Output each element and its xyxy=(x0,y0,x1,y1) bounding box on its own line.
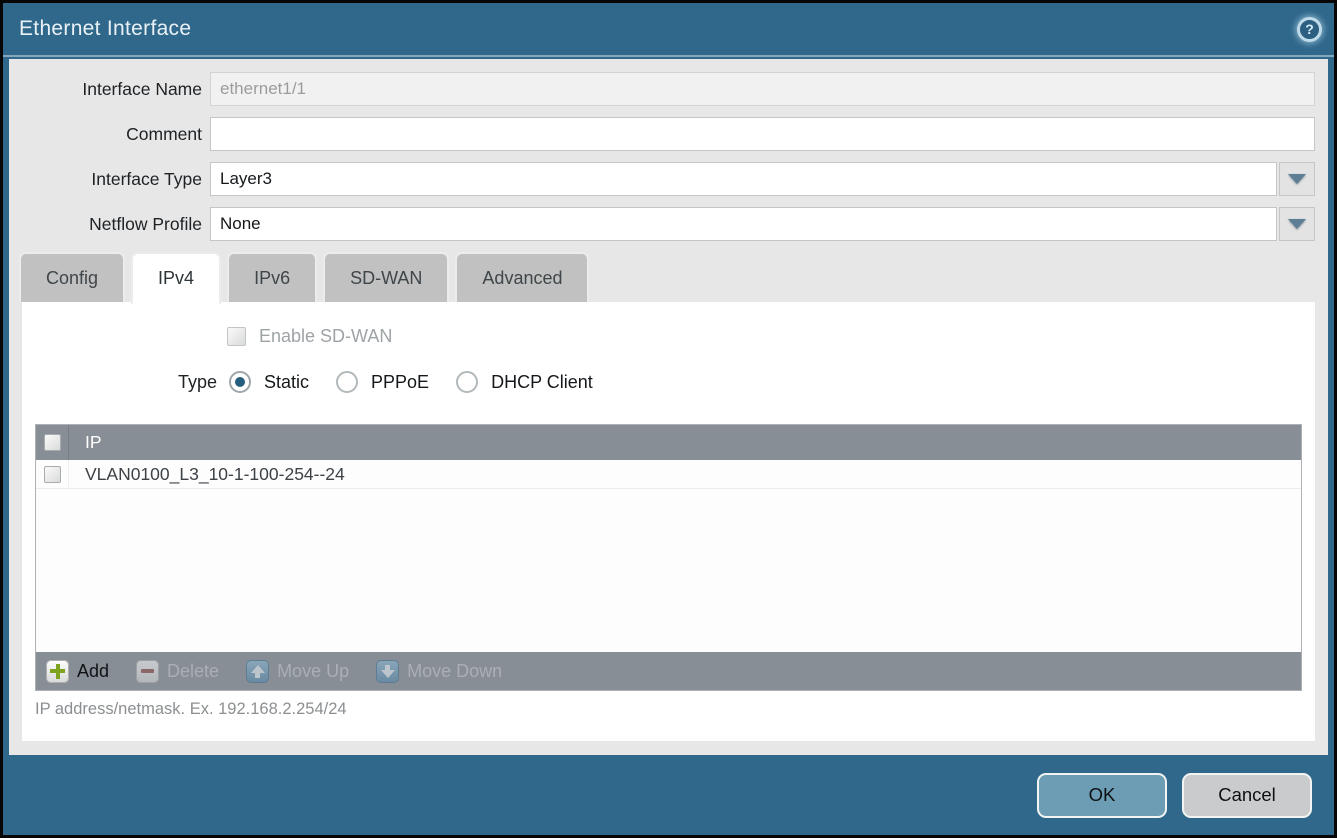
netflow-profile-dropdown-button[interactable] xyxy=(1279,207,1315,241)
interface-type-label: Interface Type xyxy=(9,169,202,190)
page-title: Ethernet Interface xyxy=(19,17,191,41)
radio-label-dhcp-client: DHCP Client xyxy=(491,372,593,393)
form-row-interface-type: Interface Type Layer3 xyxy=(9,162,1315,196)
interface-type-value: Layer3 xyxy=(220,169,272,189)
interface-name-label: Interface Name xyxy=(9,79,202,100)
move-up-button-label: Move Up xyxy=(277,661,349,682)
interface-name-input xyxy=(210,72,1315,106)
form-row-netflow-profile: Netflow Profile None xyxy=(9,207,1315,241)
ok-button-label: OK xyxy=(1089,784,1116,806)
radio-label-static: Static xyxy=(264,372,309,393)
add-button-label: Add xyxy=(77,661,109,682)
radio-icon-pppoe[interactable] xyxy=(336,371,358,393)
chevron-down-icon xyxy=(1288,219,1306,229)
tab-ipv6[interactable]: IPv6 xyxy=(227,252,317,302)
enable-sdwan-row: Enable SD-WAN xyxy=(22,302,1315,347)
row-checkbox-cell xyxy=(36,460,69,488)
netflow-profile-value: None xyxy=(220,214,261,234)
enable-sdwan-checkbox xyxy=(227,327,246,346)
cancel-button-label: Cancel xyxy=(1218,784,1276,806)
help-glyph: ? xyxy=(1305,21,1314,37)
comment-input[interactable] xyxy=(210,117,1315,151)
ok-button[interactable]: OK xyxy=(1037,773,1167,818)
radio-label-pppoe: PPPoE xyxy=(371,372,429,393)
type-label: Type xyxy=(22,372,229,393)
arrow-up-icon xyxy=(246,660,269,683)
form-row-interface-name: Interface Name xyxy=(9,72,1315,106)
ip-table-header: IP xyxy=(36,425,1301,460)
table-row[interactable]: VLAN0100_L3_10-1-100-254--24 xyxy=(36,460,1301,489)
radio-icon-dhcp-client[interactable] xyxy=(456,371,478,393)
radio-option-dhcp-client[interactable]: DHCP Client xyxy=(456,371,593,393)
move-down-button-label: Move Down xyxy=(407,661,502,682)
netflow-profile-label: Netflow Profile xyxy=(9,214,202,235)
radio-option-pppoe[interactable]: PPPoE xyxy=(336,371,429,393)
tab-advanced[interactable]: Advanced xyxy=(455,252,589,302)
ip-format-hint: IP address/netmask. Ex. 192.168.2.254/24 xyxy=(35,700,347,719)
ip-table: IP VLAN0100_L3_10-1-100-254--24 Add xyxy=(35,424,1302,691)
enable-sdwan-label: Enable SD-WAN xyxy=(259,326,392,347)
add-button[interactable]: Add xyxy=(46,660,109,683)
tab-config[interactable]: Config xyxy=(19,252,125,302)
form-row-comment: Comment xyxy=(9,117,1315,151)
chevron-down-icon xyxy=(1288,174,1306,184)
arrow-down-icon xyxy=(376,660,399,683)
type-radio-group: Type Static PPPoE DHCP Client xyxy=(22,371,1315,393)
ethernet-interface-dialog: Ethernet Interface ? Interface Name Comm… xyxy=(0,0,1337,838)
interface-type-dropdown-button[interactable] xyxy=(1279,162,1315,196)
select-all-checkbox[interactable] xyxy=(44,434,61,451)
row-checkbox[interactable] xyxy=(44,466,61,483)
netflow-profile-select[interactable]: None xyxy=(210,207,1277,241)
table-toolbar: Add Delete Move Up Move Down xyxy=(36,652,1301,690)
delete-button: Delete xyxy=(136,660,219,683)
delete-minus-icon xyxy=(136,660,159,683)
dialog-titlebar: Ethernet Interface ? xyxy=(3,3,1334,57)
ipv4-tab-panel: Enable SD-WAN Type Static PPPoE DHCP Cli… xyxy=(22,302,1315,741)
comment-label: Comment xyxy=(9,124,202,145)
ip-cell: VLAN0100_L3_10-1-100-254--24 xyxy=(69,464,345,485)
interface-type-select[interactable]: Layer3 xyxy=(210,162,1277,196)
add-plus-icon xyxy=(46,660,69,683)
delete-button-label: Delete xyxy=(167,661,219,682)
table-empty-area xyxy=(36,489,1301,652)
select-all-cell xyxy=(36,425,69,460)
radio-icon-static[interactable] xyxy=(229,371,251,393)
dialog-footer: OK Cancel xyxy=(9,755,1328,835)
help-icon[interactable]: ? xyxy=(1297,17,1322,42)
move-up-button: Move Up xyxy=(246,660,349,683)
tab-ipv4[interactable]: IPv4 xyxy=(131,252,221,304)
cancel-button[interactable]: Cancel xyxy=(1182,773,1312,818)
tab-sdwan[interactable]: SD-WAN xyxy=(323,252,449,302)
radio-option-static[interactable]: Static xyxy=(229,371,309,393)
ip-column-header: IP xyxy=(69,432,102,453)
move-down-button: Move Down xyxy=(376,660,502,683)
tab-bar: Config IPv4 IPv6 SD-WAN Advanced xyxy=(9,252,1328,302)
dialog-body: Interface Name Comment Interface Type La… xyxy=(9,59,1328,755)
